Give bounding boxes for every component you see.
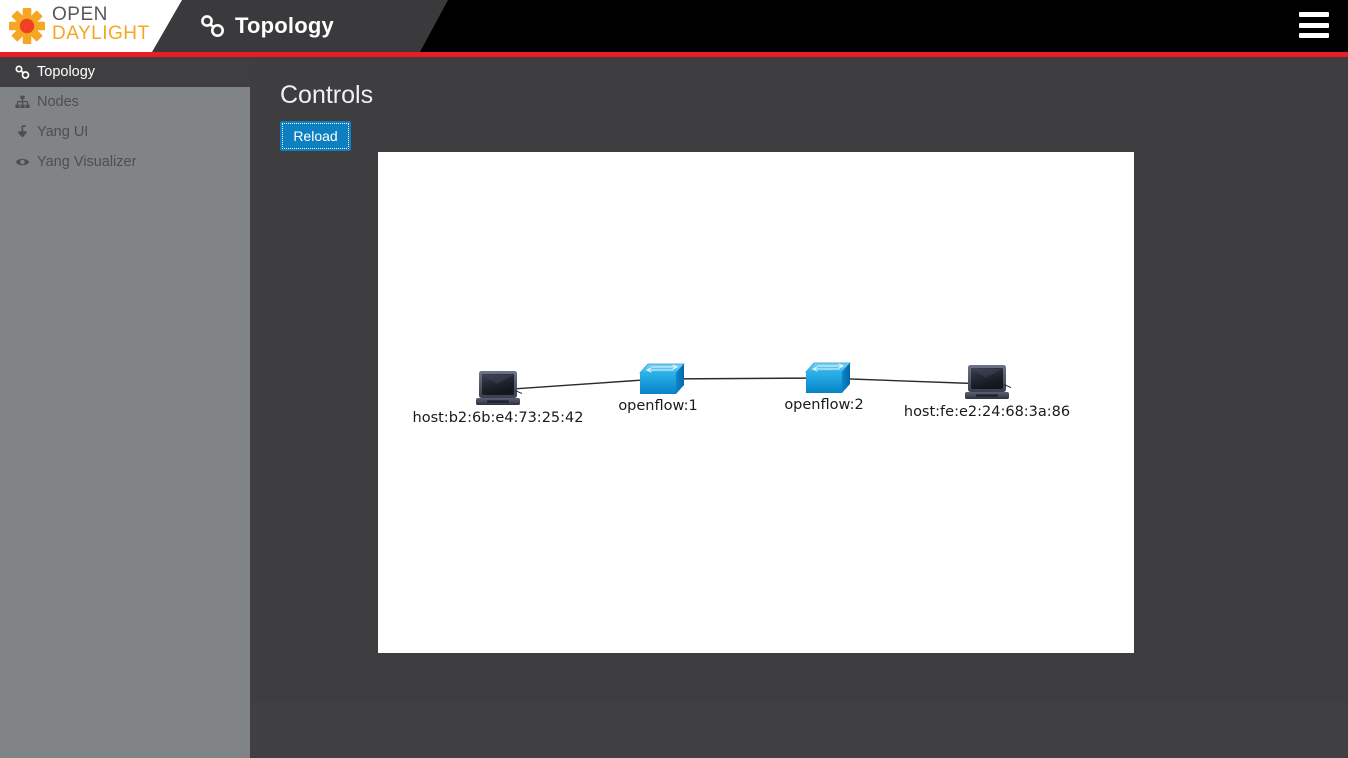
hamburger-bar-3: [1299, 33, 1329, 38]
hamburger-menu-icon[interactable]: [1299, 12, 1329, 38]
page-title: Topology: [235, 13, 334, 38]
sidebar-item-topology[interactable]: Topology: [0, 57, 250, 87]
header-title-plate-slant: [420, 0, 448, 52]
topology-nodes: [476, 362, 1011, 405]
sitemap-icon: [14, 94, 31, 110]
sidebar-item-label: Nodes: [37, 94, 79, 110]
main-content: Controls Reload host:b2:6b:e4:73:25:42 o…: [250, 57, 1348, 702]
topology-link[interactable]: [497, 378, 659, 391]
topology-node-label: openflow:1: [618, 398, 698, 414]
header-accent-stripe: [0, 52, 1348, 57]
eye-icon: [14, 154, 31, 170]
host-node-icon[interactable]: [476, 371, 522, 405]
odl-wordmark: OPEN DAYLIGHT: [52, 5, 150, 43]
topology-links: [497, 377, 988, 391]
sidebar-item-nodes[interactable]: Nodes: [0, 87, 250, 117]
topology-node-label: openflow:2: [784, 397, 864, 413]
reload-button[interactable]: Reload: [280, 121, 351, 151]
logo-plate-slant: [152, 0, 182, 52]
app-header: OPEN DAYLIGHT Topology: [0, 0, 1348, 52]
topology-node-label: host:b2:6b:e4:73:25:42: [412, 410, 584, 426]
logo-text-open: OPEN: [52, 4, 108, 25]
arrow-down-icon: [14, 124, 31, 140]
page-title-group: Topology: [200, 0, 334, 52]
host-node-icon[interactable]: [965, 365, 1011, 399]
sidebar-item-label: Topology: [37, 64, 96, 80]
link-icon: [14, 64, 31, 80]
topology-canvas[interactable]: host:b2:6b:e4:73:25:42 openflow:1 openflow…: [378, 152, 1134, 653]
sidebar-item-yang-ui[interactable]: Yang UI: [0, 117, 250, 147]
switch-node-icon[interactable]: [805, 362, 851, 393]
topology-icon: [201, 15, 224, 37]
hamburger-bar-1: [1299, 12, 1329, 17]
topology-node-label: host:fe:e2:24:68:3a:86: [903, 404, 1071, 420]
topology-graph: [476, 362, 1011, 405]
logo-text-daylight: DAYLIGHT: [52, 23, 150, 44]
hamburger-bar-2: [1299, 22, 1329, 28]
switch-node-icon[interactable]: [639, 363, 685, 394]
sidebar-item-label: Yang UI: [37, 124, 89, 140]
footer-band: [250, 702, 1348, 758]
sidebar: Topology Nodes Yang UI Yang Visualizer: [0, 57, 250, 758]
sunburst-logo-icon: [9, 8, 45, 44]
sidebar-item-yang-visualizer[interactable]: Yang Visualizer: [0, 147, 250, 177]
controls-heading: Controls: [280, 81, 374, 109]
sidebar-item-label: Yang Visualizer: [37, 154, 137, 170]
